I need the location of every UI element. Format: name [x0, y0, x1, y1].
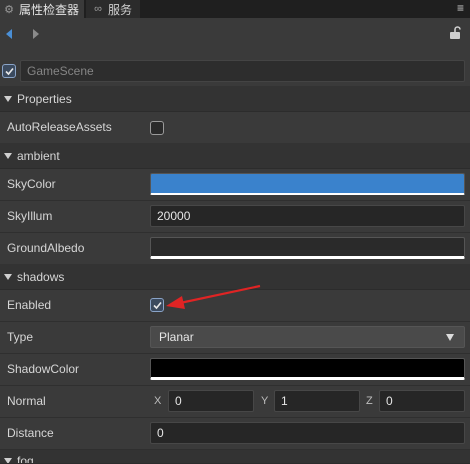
normal-x-input[interactable]: 0 — [168, 390, 254, 412]
normal-y-axis-label: Y — [261, 395, 269, 407]
caret-down-icon — [4, 458, 12, 463]
history-nav-row — [0, 18, 470, 50]
ground-albedo-swatch[interactable] — [150, 237, 465, 259]
prop-distance: Distance 0 — [0, 418, 470, 450]
annotation-arrow-icon — [166, 284, 261, 309]
back-arrow-icon[interactable] — [3, 27, 15, 41]
check-icon — [5, 67, 14, 76]
node-enabled-checkbox[interactable] — [2, 64, 16, 78]
dropdown-caret-icon — [446, 334, 454, 341]
caret-down-icon — [4, 96, 12, 102]
sky-illum-input[interactable]: 20000 — [150, 205, 465, 227]
section-properties[interactable]: Properties — [0, 86, 470, 112]
tab-services-label: 服务 — [108, 2, 133, 17]
section-shadows-label: shadows — [17, 270, 65, 284]
shadow-type-select[interactable]: Planar — [150, 326, 465, 348]
tab-inspector[interactable]: ⚙ 属性检查器 — [0, 0, 84, 18]
distance-input[interactable]: 0 — [150, 422, 465, 444]
node-name-field[interactable]: GameScene — [20, 60, 465, 82]
prop-auto-release-assets: AutoReleaseAssets — [0, 112, 470, 144]
panel-menu-icon[interactable]: ≡ — [457, 1, 464, 15]
distance-label: Distance — [7, 426, 54, 440]
unlock-icon[interactable] — [449, 26, 461, 39]
shadow-type-label: Type — [7, 330, 34, 344]
gear-icon: ⚙ — [4, 3, 14, 16]
sky-illum-label: SkyIllum — [7, 209, 53, 223]
normal-z-axis-label: Z — [366, 395, 373, 407]
ground-albedo-label: GroundAlbedo — [7, 241, 85, 255]
tab-inspector-label: 属性检查器 — [19, 2, 80, 17]
shadow-color-label: ShadowColor — [7, 362, 80, 376]
panel-tab-bar: ⚙ 属性检查器 ∞ 服务 ≡ — [0, 0, 470, 18]
section-fog[interactable]: fog — [0, 450, 470, 464]
shadow-type-value: Planar — [159, 330, 194, 344]
normal-x-axis-label: X — [154, 395, 162, 407]
prop-normal: Normal X 0 Y 1 Z 0 — [0, 386, 470, 418]
node-header: GameScene — [0, 56, 470, 86]
prop-sky-illum: SkyIllum 20000 — [0, 201, 470, 233]
normal-y-input[interactable]: 1 — [274, 390, 360, 412]
section-properties-label: Properties — [17, 92, 72, 106]
shadow-color-swatch[interactable] — [150, 358, 465, 380]
sky-color-label: SkyColor — [7, 177, 56, 191]
caret-down-icon — [4, 274, 12, 280]
section-ambient-label: ambient — [17, 149, 60, 163]
normal-z-input[interactable]: 0 — [379, 390, 465, 412]
sky-color-swatch[interactable] — [150, 173, 465, 195]
auto-release-assets-checkbox[interactable] — [150, 121, 164, 135]
prop-shadow-type: Type Planar — [0, 322, 470, 354]
normal-label: Normal — [7, 394, 46, 408]
prop-ground-albedo: GroundAlbedo — [0, 233, 470, 265]
prop-shadow-color: ShadowColor — [0, 354, 470, 386]
link-icon: ∞ — [94, 3, 102, 15]
caret-down-icon — [4, 153, 12, 159]
prop-sky-color: SkyColor — [0, 169, 470, 201]
auto-release-assets-label: AutoReleaseAssets — [7, 120, 112, 134]
section-ambient[interactable]: ambient — [0, 143, 470, 169]
shadows-enabled-label: Enabled — [7, 298, 52, 312]
tab-services[interactable]: ∞ 服务 — [86, 0, 140, 18]
forward-arrow-icon[interactable] — [30, 27, 42, 41]
section-fog-label: fog — [17, 454, 34, 464]
